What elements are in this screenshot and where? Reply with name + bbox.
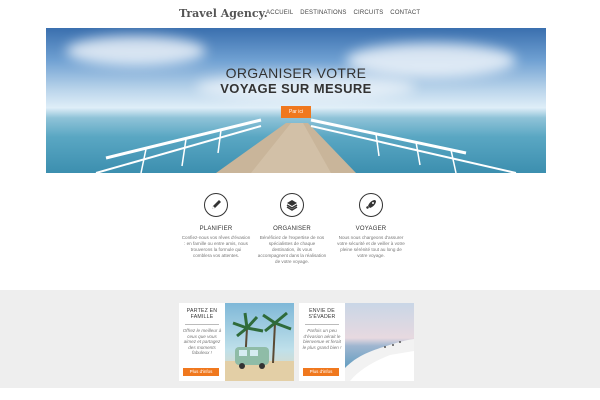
menu-item-accueil[interactable]: ACCUEIL [266, 10, 293, 16]
top-navbar: Travel Agency. ACCUEIL DESTINATIONS CIRC… [0, 0, 600, 28]
feature-organiser: ORGANISER Bénéficiez de l'expertise de n… [257, 193, 327, 265]
feature-planifier: PLANIFIER Confiez-nous vos rêves d'évasi… [181, 193, 251, 259]
site-logo[interactable]: Travel Agency. [179, 7, 268, 20]
main-menu: ACCUEIL DESTINATIONS CIRCUITS CONTACT [266, 10, 425, 16]
card-title: ENVIE DE S'ÉVADER [308, 308, 336, 320]
card-image-coast [345, 303, 414, 381]
layers-icon [280, 193, 304, 217]
card-title: PARTEZ EN FAMILLE [186, 308, 218, 320]
pencil-icon [204, 193, 228, 217]
card-text-panel: PARTEZ EN FAMILLE Offrez le meilleur à c… [179, 303, 225, 381]
pier-image [95, 118, 517, 173]
hero-banner: ORGANISER VOTRE VOYAGE SUR MESURE Par ic… [46, 28, 546, 173]
hero-title-line1: ORGANISER VOTRE [225, 65, 367, 81]
card-description: Parfois un peu d'évasion aérait le bienv… [302, 328, 342, 350]
card-image-van-beach [225, 303, 294, 381]
hero-cta-button[interactable]: Par ici [281, 106, 311, 118]
card-divider [305, 324, 339, 325]
offer-card-famille[interactable]: PARTEZ EN FAMILLE Offrez le meilleur à c… [179, 303, 294, 381]
feature-text: Nous nous chargeons d'assurer votre sécu… [337, 235, 405, 258]
menu-item-circuits[interactable]: CIRCUITS [353, 10, 383, 16]
feature-text: Confiez-nous vos rêves d'évasion : en fa… [181, 235, 251, 258]
card-more-info-button[interactable]: Plus d'infos [303, 368, 339, 376]
offer-card-evasion[interactable]: ENVIE DE S'ÉVADER Parfois un peu d'évasi… [299, 303, 414, 381]
feature-title: ORGANISER [273, 226, 311, 232]
feature-title: VOYAGER [355, 226, 387, 232]
menu-item-contact[interactable]: CONTACT [390, 10, 420, 16]
card-description: Offrez le meilleur à ceux que vous aimez… [182, 328, 222, 355]
menu-item-destinations[interactable]: DESTINATIONS [300, 10, 346, 16]
feature-text: Bénéficiez de l'expertise de nos spécial… [257, 235, 327, 264]
rocket-icon [359, 193, 383, 217]
card-text-panel: ENVIE DE S'ÉVADER Parfois un peu d'évasi… [299, 303, 345, 381]
feature-title: PLANIFIER [199, 226, 233, 232]
card-divider [185, 324, 219, 325]
feature-voyager: VOYAGER Nous nous chargeons d'assurer vo… [336, 193, 406, 259]
card-more-info-button[interactable]: Plus d'infos [183, 368, 219, 376]
hero-title-line2: VOYAGE SUR MESURE [220, 81, 372, 96]
